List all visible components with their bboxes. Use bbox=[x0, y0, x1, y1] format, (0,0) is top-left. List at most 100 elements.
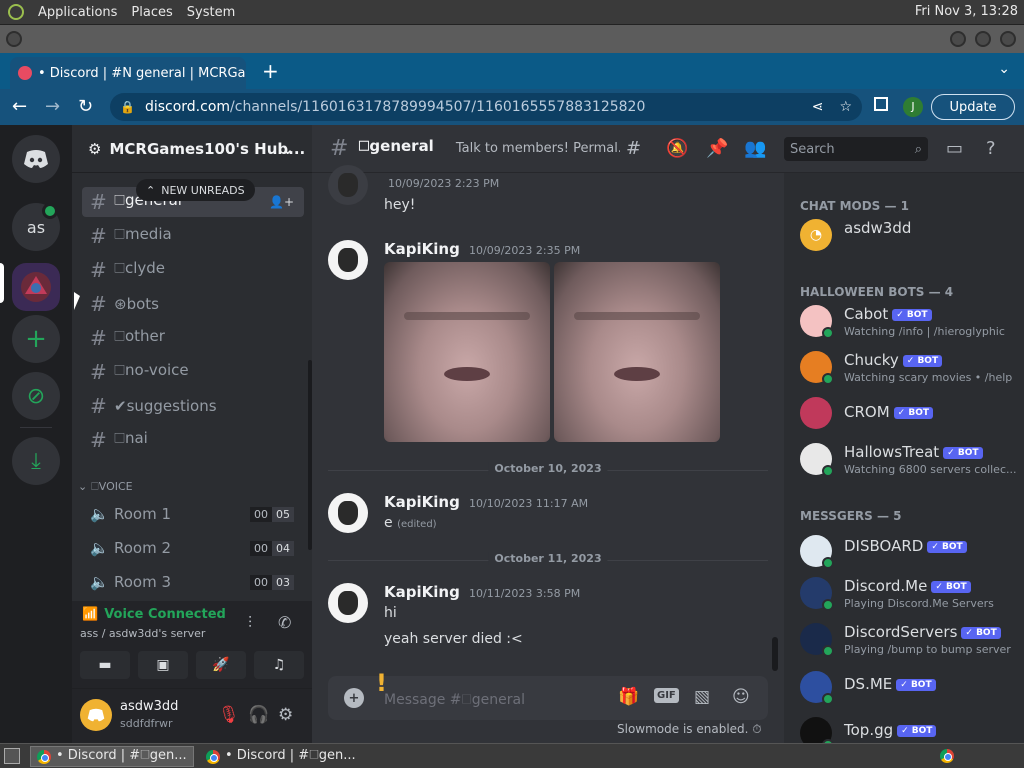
notification-muted-icon[interactable]: 🔕 bbox=[666, 138, 688, 159]
category-voice[interactable]: ⌄ 🗆VOICE bbox=[78, 478, 133, 497]
close-tab-icon[interactable]: ✕ bbox=[245, 65, 246, 81]
discord-home-icon[interactable] bbox=[12, 135, 60, 183]
url-bar[interactable]: 🔒 discord.com /channels/1160163178789994… bbox=[110, 93, 862, 121]
user-avatar[interactable] bbox=[80, 699, 112, 731]
lock-icon[interactable]: 🔒 bbox=[120, 100, 135, 114]
channel-other[interactable]: # 🗆other bbox=[82, 323, 304, 353]
member-name-text: HallowsTreat bbox=[844, 443, 940, 461]
message-input[interactable]: Message #🗆general bbox=[384, 689, 525, 713]
close-window-icon[interactable] bbox=[1000, 31, 1016, 47]
profile-avatar[interactable]: J bbox=[903, 97, 923, 117]
upload-plus-icon[interactable]: + bbox=[344, 688, 364, 708]
sticker-icon[interactable]: ▧ bbox=[694, 687, 710, 707]
server-mcrgames-icon[interactable] bbox=[12, 263, 60, 311]
user-settings-gear-icon[interactable]: ⚙ bbox=[278, 705, 293, 725]
window-titlebar bbox=[0, 25, 1024, 53]
back-icon[interactable]: ← bbox=[12, 96, 27, 117]
search-input[interactable]: Search ⌕ bbox=[784, 137, 928, 161]
bookmark-star-icon[interactable]: ☆ bbox=[839, 99, 852, 115]
channel-suggestions[interactable]: # ✔suggestions bbox=[82, 391, 304, 421]
show-desktop-icon[interactable] bbox=[4, 748, 20, 764]
author-name[interactable]: KapiKing bbox=[384, 240, 460, 258]
hash-icon: # bbox=[90, 224, 107, 248]
invite-user-icon[interactable]: 👤+ bbox=[269, 195, 294, 209]
channel-bots[interactable]: # ⊛bots bbox=[82, 289, 304, 319]
gift-icon[interactable]: 🎁 bbox=[618, 687, 639, 707]
author-avatar[interactable] bbox=[328, 493, 368, 533]
threads-icon[interactable]: # bbox=[626, 138, 641, 159]
channel-no-voice[interactable]: # 🗆no-voice bbox=[82, 357, 304, 387]
member-item[interactable]: DISBOARD ✓ BOT bbox=[800, 531, 1024, 575]
inbox-icon[interactable]: ▭ bbox=[946, 138, 963, 159]
member-item[interactable]: CROM ✓ BOT bbox=[800, 393, 1024, 437]
gif-button[interactable]: GIF bbox=[654, 688, 679, 703]
minimize-icon[interactable] bbox=[950, 31, 966, 47]
voice-room-1[interactable]: 🔈 Room 1 00 05 bbox=[82, 499, 304, 529]
member-item[interactable]: Discord.Me ✓ BOT Playing Discord.Me Serve… bbox=[800, 573, 1024, 617]
taskbar-item[interactable]: • Discord | #🗆gen... bbox=[30, 746, 194, 767]
screen-share-button[interactable]: ▣ bbox=[138, 651, 188, 679]
voice-room-2[interactable]: 🔈 Room 2 00 04 bbox=[82, 533, 304, 563]
pinned-messages-icon[interactable]: 📌 bbox=[706, 138, 728, 159]
help-icon[interactable]: ? bbox=[986, 138, 996, 159]
member-item[interactable]: HallowsTreat ✓ BOT Watching 6800 servers … bbox=[800, 439, 1024, 483]
tab-search-chevron-icon[interactable]: ⌄ bbox=[998, 61, 1010, 77]
download-apps-icon[interactable]: ⤓ bbox=[12, 437, 60, 485]
menu-places[interactable]: Places bbox=[131, 5, 172, 20]
menu-system[interactable]: System bbox=[187, 5, 235, 20]
new-tab-icon[interactable]: + bbox=[262, 59, 279, 83]
image-attachment[interactable] bbox=[554, 262, 720, 442]
os-logo-icon[interactable] bbox=[8, 4, 24, 20]
menu-applications[interactable]: Applications bbox=[38, 5, 117, 20]
update-button[interactable]: Update bbox=[931, 94, 1015, 120]
camera-button[interactable]: ▬ bbox=[80, 651, 130, 679]
member-item[interactable]: DS.ME ✓ BOT bbox=[800, 667, 1024, 711]
message-composer[interactable]: + Message #🗆general 🎁 GIF ▧ ☺ bbox=[328, 676, 768, 720]
image-attachment[interactable] bbox=[384, 262, 550, 442]
author-avatar[interactable] bbox=[328, 240, 368, 280]
activities-button[interactable]: 🚀 bbox=[196, 651, 246, 679]
disconnect-icon[interactable]: ✆ bbox=[278, 613, 291, 632]
mute-mic-icon[interactable]: 🎙 bbox=[218, 705, 240, 725]
chat-topic[interactable]: Talk to members! Permal... bbox=[456, 141, 630, 156]
window-menu-icon[interactable] bbox=[6, 31, 22, 47]
channel-media[interactable]: # 🗆media bbox=[82, 221, 304, 251]
chevron-down-icon[interactable]: ⌄ bbox=[281, 140, 294, 158]
member-name: DISBOARD ✓ BOT bbox=[844, 537, 967, 555]
voice-room-3[interactable]: 🔈 Room 3 00 03 bbox=[82, 567, 304, 597]
member-item[interactable]: Top.gg ✓ BOT bbox=[800, 713, 1024, 743]
author-avatar[interactable] bbox=[328, 583, 368, 623]
voice-server-label[interactable]: ass / asdw3dd's server bbox=[80, 627, 205, 640]
forward-icon[interactable]: → bbox=[45, 96, 60, 117]
emoji-icon[interactable]: ☺ bbox=[732, 687, 750, 707]
member-item[interactable]: Cabot ✓ BOT Watching /info | /hieroglyphi… bbox=[800, 301, 1024, 345]
add-server-icon[interactable]: + bbox=[12, 315, 60, 363]
soundboard-button[interactable]: ♫ bbox=[254, 651, 304, 679]
channel-clyde[interactable]: # 🗆clyde bbox=[82, 255, 304, 285]
new-unreads-pill[interactable]: ⌃ NEW UNREADS bbox=[136, 179, 255, 201]
category-label: 🗆VOICE bbox=[90, 480, 133, 493]
maximize-icon[interactable] bbox=[975, 31, 991, 47]
chat-scrollbar[interactable] bbox=[772, 637, 778, 671]
member-list-icon[interactable]: 👥 bbox=[744, 138, 766, 159]
os-clock[interactable]: Fri Nov 3, 13:28 bbox=[915, 4, 1018, 19]
taskbar-item[interactable]: • Discord | #🗆gen... bbox=[200, 746, 362, 767]
guild-header[interactable]: ⚙ MCRGames100's Hub... ⌄ bbox=[72, 125, 312, 173]
member-item[interactable]: DiscordServers ✓ BOT Playing /bump to bum… bbox=[800, 619, 1024, 663]
side-panel-icon[interactable] bbox=[874, 97, 888, 111]
noise-suppression-icon[interactable]: ⫶ bbox=[248, 613, 252, 633]
tray-chrome-icon[interactable] bbox=[940, 749, 954, 763]
member-name-text: DS.ME bbox=[844, 675, 893, 693]
member-item[interactable]: ◔ asdw3dd bbox=[800, 215, 1024, 259]
author-name[interactable]: KapiKing bbox=[384, 493, 460, 511]
headphones-icon[interactable]: 🎧 bbox=[248, 705, 269, 725]
member-item[interactable]: Chucky ✓ BOT Watching scary movies • /hel… bbox=[800, 347, 1024, 391]
share-icon[interactable]: ⋖ bbox=[812, 99, 824, 115]
reload-icon[interactable]: ↻ bbox=[78, 96, 93, 117]
voice-status[interactable]: 📶 Voice Connected bbox=[82, 607, 226, 622]
explore-compass-icon[interactable]: ⊘ bbox=[12, 372, 60, 420]
author-avatar[interactable] bbox=[328, 165, 368, 205]
channel-nai[interactable]: # 🗆nai bbox=[82, 425, 304, 455]
browser-tab[interactable]: • Discord | #𝖭 general | MCRGa ✕ bbox=[10, 57, 246, 89]
author-name[interactable]: KapiKing bbox=[384, 583, 460, 601]
